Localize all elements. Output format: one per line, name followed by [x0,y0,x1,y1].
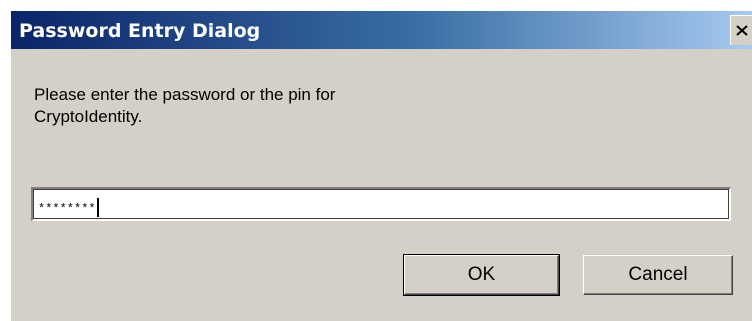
text-caret [96,198,99,217]
ok-button[interactable]: OK [403,254,560,296]
close-button[interactable] [730,15,752,45]
dialog-title: Password Entry Dialog [19,20,261,42]
title-bar[interactable]: Password Entry Dialog [11,11,752,49]
close-icon [735,25,748,36]
password-masked-value: ******** [38,202,96,216]
prompt-text: Please enter the password or the pin for… [34,84,454,128]
prompt-line-2: CryptoIdentity. [34,107,143,126]
password-input[interactable]: ******** [31,187,731,221]
password-entry-dialog: Password Entry Dialog Please enter the p… [10,10,752,321]
cancel-button[interactable]: Cancel [583,255,733,295]
prompt-line-1: Please enter the password or the pin for [34,85,336,104]
